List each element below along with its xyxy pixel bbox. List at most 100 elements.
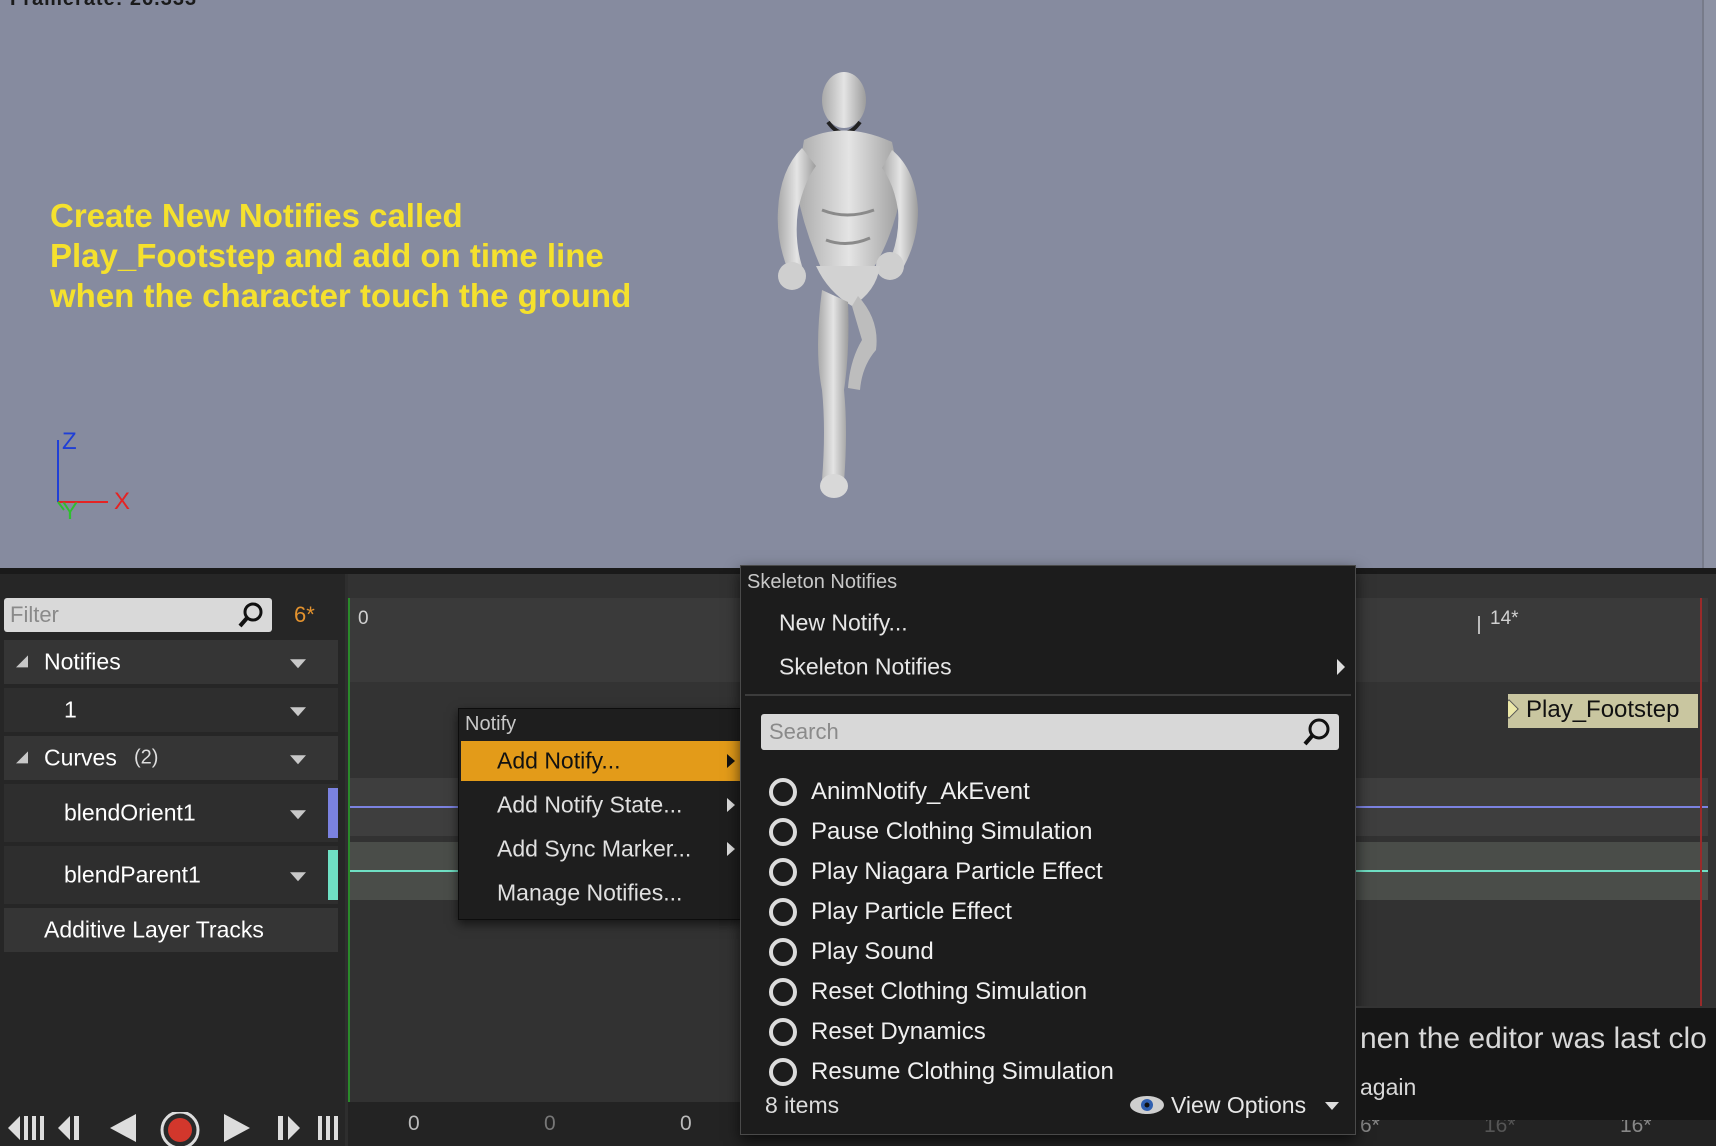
ruler-tick bbox=[1478, 616, 1480, 634]
track-curves[interactable]: Curves (2) bbox=[4, 736, 338, 780]
go-to-end-icon[interactable] bbox=[316, 1112, 344, 1144]
mannequin-character[interactable] bbox=[752, 70, 952, 500]
radio-icon[interactable] bbox=[769, 778, 797, 806]
filter-input[interactable]: Filter bbox=[4, 598, 272, 632]
menu-divider bbox=[745, 694, 1351, 696]
submenu-footer: 8 items View Options bbox=[741, 1086, 1353, 1126]
submenu-arrow-icon bbox=[727, 754, 735, 768]
notify-option[interactable]: Play Sound bbox=[769, 932, 1329, 972]
editor-notification-toast[interactable]: nen the editor was last clo again bbox=[1356, 1006, 1716, 1120]
notify-option[interactable]: AnimNotify_AkEvent bbox=[769, 772, 1329, 812]
step-back-icon[interactable] bbox=[56, 1112, 86, 1144]
axis-gizmo: Z Y X bbox=[50, 428, 140, 530]
transport-controls bbox=[0, 1102, 345, 1146]
eye-icon bbox=[1130, 1096, 1164, 1114]
curve-count: (2) bbox=[134, 746, 159, 769]
track-label: blendOrient1 bbox=[64, 799, 196, 826]
record-icon[interactable] bbox=[158, 1112, 202, 1146]
submenu-section-header: Skeleton Notifies bbox=[747, 571, 898, 593]
step-forward-icon[interactable] bbox=[274, 1112, 304, 1144]
dropdown-arrow-icon[interactable] bbox=[290, 659, 306, 669]
play-reverse-icon[interactable] bbox=[106, 1112, 140, 1144]
timeline-end-marker bbox=[1700, 598, 1702, 1048]
search-icon[interactable] bbox=[1303, 718, 1331, 746]
dropdown-arrow-icon[interactable] bbox=[290, 872, 306, 882]
bottom-value: 0 bbox=[680, 1112, 692, 1135]
menu-item-label: Add Sync Marker... bbox=[497, 835, 692, 862]
track-label: 1 bbox=[64, 696, 77, 723]
option-label: Reset Dynamics bbox=[811, 1018, 986, 1045]
track-notifies[interactable]: Notifies bbox=[4, 640, 338, 684]
radio-icon[interactable] bbox=[769, 978, 797, 1006]
track-additive-layer-tracks[interactable]: Additive Layer Tracks bbox=[4, 908, 338, 952]
ruler-mark-label: 14* bbox=[1490, 608, 1519, 629]
track-label: Curves bbox=[44, 744, 117, 771]
viewport[interactable]: Framerate: 26.333 Create New Notifies ca… bbox=[0, 0, 1716, 568]
radio-icon[interactable] bbox=[769, 1018, 797, 1046]
dropdown-arrow-icon[interactable] bbox=[290, 707, 306, 717]
track-label: blendParent1 bbox=[64, 861, 201, 888]
instruction-line: when the character touch the ground bbox=[50, 277, 632, 314]
track-label: Notifies bbox=[44, 648, 121, 675]
toast-message: nen the editor was last clo bbox=[1360, 1022, 1707, 1055]
notify-option[interactable]: Reset Clothing Simulation bbox=[769, 972, 1329, 1012]
axis-x-label: X bbox=[114, 488, 131, 515]
option-label: Resume Clothing Simulation bbox=[811, 1058, 1114, 1085]
menu-item-label: Skeleton Notifies bbox=[779, 653, 952, 680]
notify-search-input[interactable] bbox=[769, 716, 1289, 748]
notify-search-box[interactable] bbox=[761, 714, 1339, 750]
dropdown-arrow-icon bbox=[1325, 1102, 1339, 1110]
radio-icon[interactable] bbox=[769, 858, 797, 886]
menu-item-label: Add Notify State... bbox=[497, 791, 683, 818]
instruction-overlay-text: Create New Notifies called Play_Footstep… bbox=[50, 196, 631, 316]
instruction-line: Play_Footstep and add on time line bbox=[50, 237, 604, 274]
notify-option[interactable]: Reset Dynamics bbox=[769, 1012, 1329, 1052]
play-icon[interactable] bbox=[220, 1112, 254, 1144]
menu-item-add-sync-marker[interactable]: Add Sync Marker... bbox=[461, 829, 741, 869]
curve-color-swatch bbox=[328, 850, 338, 900]
notify-marker[interactable]: Play_Footstep bbox=[1508, 694, 1698, 728]
anim-editor-window: Framerate: 26.333 Create New Notifies ca… bbox=[0, 0, 1716, 1146]
view-options-label: View Options bbox=[1171, 1092, 1307, 1118]
curve-color-swatch bbox=[328, 788, 338, 838]
track-notify-lane-1[interactable]: 1 bbox=[4, 688, 338, 732]
menu-item-new-notify[interactable]: New Notify... bbox=[743, 602, 1351, 644]
menu-item-add-notify[interactable]: Add Notify... bbox=[461, 741, 741, 781]
notify-diamond-icon[interactable] bbox=[1508, 699, 1519, 719]
dropdown-arrow-icon[interactable] bbox=[290, 810, 306, 820]
item-count: 8 items bbox=[765, 1092, 840, 1118]
toast-action[interactable]: again bbox=[1360, 1074, 1416, 1101]
axis-z-label: Z bbox=[62, 428, 77, 455]
notify-option[interactable]: Play Niagara Particle Effect bbox=[769, 852, 1329, 892]
radio-icon[interactable] bbox=[769, 938, 797, 966]
option-label: Play Niagara Particle Effect bbox=[811, 858, 1103, 885]
option-label: Play Sound bbox=[811, 938, 934, 965]
collapse-triangle-icon[interactable] bbox=[16, 751, 28, 764]
bottom-value: 0 bbox=[408, 1112, 420, 1135]
notify-option[interactable]: Play Particle Effect bbox=[769, 892, 1329, 932]
ruler-start-label: 0 bbox=[358, 608, 369, 629]
dropdown-arrow-icon[interactable] bbox=[290, 755, 306, 765]
radio-icon[interactable] bbox=[769, 898, 797, 926]
track-label: Additive Layer Tracks bbox=[44, 916, 264, 943]
search-icon[interactable] bbox=[238, 602, 264, 628]
track-curve-blendorient1[interactable]: blendOrient1 bbox=[4, 784, 338, 842]
collapse-triangle-icon[interactable] bbox=[16, 655, 28, 668]
framerate-readout: Framerate: 26.333 bbox=[10, 0, 197, 11]
timeline-start-marker bbox=[348, 598, 350, 1110]
option-label: Pause Clothing Simulation bbox=[811, 818, 1093, 845]
instruction-line: Create New Notifies called bbox=[50, 197, 463, 234]
submenu-arrow-icon bbox=[727, 798, 735, 812]
menu-item-manage-notifies[interactable]: Manage Notifies... bbox=[461, 873, 741, 913]
menu-item-skeleton-notifies[interactable]: Skeleton Notifies bbox=[743, 646, 1351, 688]
notify-option[interactable]: Pause Clothing Simulation bbox=[769, 812, 1329, 852]
view-options-button[interactable]: View Options bbox=[1129, 1090, 1339, 1122]
axis-y-label: Y bbox=[62, 498, 79, 525]
radio-icon[interactable] bbox=[769, 818, 797, 846]
track-curve-blendparent1[interactable]: blendParent1 bbox=[4, 846, 338, 904]
menu-item-add-notify-state[interactable]: Add Notify State... bbox=[461, 785, 741, 825]
submenu-arrow-icon bbox=[1337, 659, 1345, 675]
go-to-start-icon[interactable] bbox=[4, 1112, 44, 1144]
frame-count: 6* bbox=[294, 602, 315, 627]
radio-icon[interactable] bbox=[769, 1058, 797, 1086]
